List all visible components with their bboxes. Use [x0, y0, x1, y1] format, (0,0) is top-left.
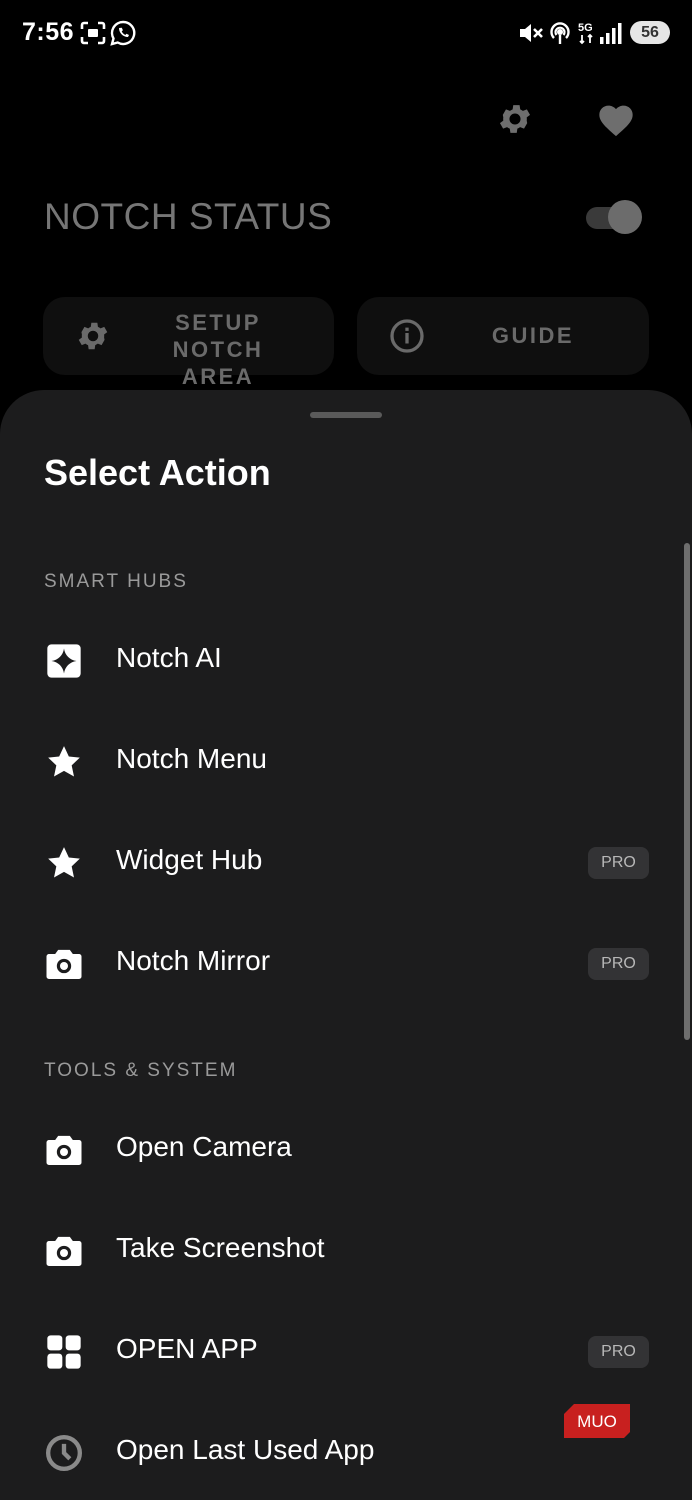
setup-button-label-line1: SETUP NOTCH	[172, 310, 264, 362]
gear-icon	[78, 322, 108, 350]
camera-icon	[46, 1236, 82, 1266]
notch-status-toggle[interactable]	[586, 200, 642, 234]
muo-watermark-logo: MUO	[564, 1404, 630, 1438]
whatsapp-icon	[110, 20, 136, 46]
notch-status-label: NOTCH STATUS	[44, 196, 333, 237]
status-bar: 7:56 5G 56	[0, 0, 692, 66]
guide-button[interactable]: GUIDE	[357, 297, 649, 375]
mute-icon	[520, 24, 543, 42]
action-label: Open Last Used App	[116, 1434, 375, 1465]
action-item-notch-mirror[interactable]: Notch Mirror PRO	[0, 918, 680, 1008]
action-label: Notch AI	[116, 642, 222, 673]
action-item-notch-menu[interactable]: Notch Menu	[0, 716, 680, 806]
favorite-heart-icon[interactable]	[596, 100, 636, 138]
sheet-title: Select Action	[44, 452, 271, 493]
pro-badge: PRO	[588, 847, 649, 879]
star-icon	[48, 847, 80, 878]
grid-icon	[47, 1335, 81, 1369]
action-label: Notch Mirror	[116, 945, 271, 976]
sheet-scrollbar[interactable]	[684, 543, 690, 1040]
pro-badge: PRO	[588, 948, 649, 980]
setup-button-label-line2: AREA	[181, 364, 255, 389]
pro-badge: PRO	[588, 1336, 649, 1368]
camera-icon	[46, 1135, 82, 1165]
guide-button-label: GUIDE	[491, 323, 575, 348]
action-label: Take Screenshot	[116, 1232, 325, 1263]
action-item-notch-ai[interactable]: Notch AI	[0, 615, 680, 705]
history-clock-icon	[46, 1435, 82, 1471]
settings-gear-icon[interactable]	[496, 100, 534, 138]
sheet-drag-handle[interactable]	[310, 412, 382, 418]
action-label: Widget Hub	[116, 844, 263, 875]
info-icon	[390, 319, 424, 353]
status-time: 7:56	[22, 18, 75, 46]
action-item-open-camera[interactable]: Open Camera	[0, 1104, 680, 1194]
camera-icon	[46, 949, 82, 979]
action-label: OPEN APP	[116, 1333, 258, 1364]
action-label: Notch Menu	[116, 743, 267, 774]
action-item-take-screenshot[interactable]: Take Screenshot	[0, 1205, 680, 1295]
action-item-widget-hub[interactable]: Widget Hub PRO	[0, 817, 680, 907]
battery-indicator: 56	[630, 21, 670, 44]
screen-record-icon	[80, 21, 106, 45]
star-icon	[48, 746, 80, 777]
action-item-open-app[interactable]: OPEN APP PRO	[0, 1306, 680, 1396]
section-label-smart-hubs: SMART HUBS	[44, 571, 188, 592]
select-action-sheet: Select Action SMART HUBS Notch AI Notch …	[0, 390, 692, 1500]
sparkle-icon	[47, 644, 81, 678]
hotspot-icon	[550, 22, 570, 44]
section-label-tools-system: TOOLS & SYSTEM	[44, 1060, 238, 1081]
svg-text:MUO: MUO	[577, 1412, 617, 1431]
signal-5g-icon: 5G	[578, 22, 622, 45]
action-label: Open Camera	[116, 1131, 292, 1162]
svg-text:5G: 5G	[578, 22, 593, 34]
setup-notch-area-button[interactable]: SETUP NOTCH AREA	[43, 297, 334, 389]
